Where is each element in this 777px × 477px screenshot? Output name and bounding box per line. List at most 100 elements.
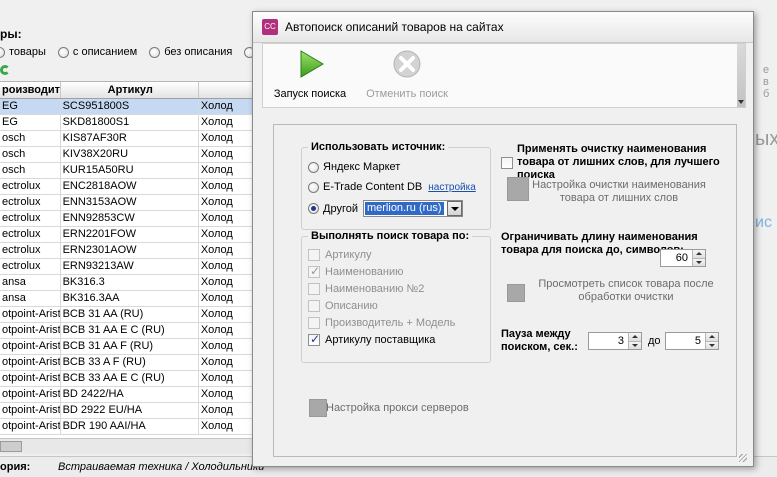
table-row[interactable]: ectrolux ERN2201FOW Холод <box>0 227 254 243</box>
spin-up-icon[interactable] <box>693 250 705 259</box>
cell-article: ENC2818AOW <box>61 179 199 194</box>
table-row[interactable]: ansa BK316.3AA Холод <box>0 291 254 307</box>
checkbox-box <box>308 332 320 346</box>
products-table: роизводите Артикул EG SCS951800S Холод EG SK… <box>0 81 254 438</box>
cell-maker: osch <box>0 131 61 146</box>
pause-to-spinner[interactable]: 5 <box>665 332 719 350</box>
table-row[interactable]: otpoint-Aristo BCB 31 AA F (RU) Холод <box>0 339 254 355</box>
checkbox-box <box>308 283 320 295</box>
table-row[interactable]: otpoint-Aristo BCB 33 A F (RU) Холод <box>0 355 254 371</box>
spin-up-icon[interactable] <box>629 333 641 342</box>
background-text-fragment: ис <box>755 214 772 231</box>
settings-panel: Использовать источник: Яндекс Маркет E-T… <box>273 124 737 457</box>
column-header-article[interactable]: Артикул <box>61 82 199 98</box>
search-by-maker-model-checkbox[interactable]: Производитель + Модель <box>308 317 455 329</box>
cell-maker: ectrolux <box>0 259 61 274</box>
cell-category: Холод <box>199 291 254 306</box>
table-row[interactable]: ectrolux ENC2818AOW Холод <box>0 179 254 195</box>
radio-circle-icon <box>308 203 319 214</box>
table-row[interactable]: otpoint-Aristo BDR 190 AAI/HA Холод <box>0 419 254 435</box>
cancel-search-button[interactable]: Отменить поиск <box>359 46 455 106</box>
cell-article: KIS87AF30R <box>61 131 199 146</box>
proxy-settings-button[interactable] <box>309 399 327 417</box>
column-header-category[interactable] <box>199 82 254 98</box>
cell-category: Холод <box>199 323 254 338</box>
limit-length-value[interactable]: 60 <box>661 250 692 266</box>
cell-article: ENN3153AOW <box>61 195 199 210</box>
pause-label: Пауза между поиском, сек.: <box>501 328 578 353</box>
table-row[interactable]: ectrolux ERN2301AOW Холод <box>0 243 254 259</box>
spin-up-icon[interactable] <box>706 333 718 342</box>
checkbox-box <box>308 249 320 261</box>
cell-category: Холод <box>199 147 254 162</box>
spin-down-icon[interactable] <box>706 341 718 349</box>
table-row[interactable]: otpoint-Aristo BCB 31 AA (RU) Холод <box>0 307 254 323</box>
app-icon: CC <box>262 19 278 35</box>
chevron-down-icon[interactable] <box>446 201 462 216</box>
filter-label: ры: <box>0 27 22 41</box>
filter-radio-group: товары с описанием без описания пр <box>0 44 283 60</box>
toolbar-overflow-button[interactable] <box>737 44 745 107</box>
cell-maker: otpoint-Aristo <box>2 307 61 322</box>
resize-grip[interactable] <box>739 454 747 462</box>
apply-cleanup-checkbox[interactable] <box>501 157 513 169</box>
cell-maker: EG <box>0 99 61 114</box>
table-row[interactable]: EG SCS951800S Холод <box>0 99 254 115</box>
cell-category: Холод <box>199 99 254 114</box>
start-search-button[interactable]: Запуск поиска <box>269 46 351 106</box>
cell-maker: ectrolux <box>0 179 61 194</box>
pause-to-value[interactable]: 5 <box>666 333 705 349</box>
table-row[interactable]: ansa BK316.3 Холод <box>0 275 254 291</box>
source-select[interactable]: merlion.ru (rus) <box>362 200 463 217</box>
dialog-titlebar[interactable]: CC Автопоиск описаний товаров на сайтах <box>253 12 753 43</box>
search-by-description-checkbox[interactable]: Описанию <box>308 300 378 312</box>
table-row[interactable]: otpoint-Aristo BCB 33 AA E C (RU) Холод <box>0 371 254 387</box>
source-select-value: merlion.ru (rus) <box>364 202 444 215</box>
table-row[interactable]: otpoint-Aristo BD 2422/HA Холод <box>0 387 254 403</box>
cell-maker: ectrolux <box>0 211 61 226</box>
radio-circle-icon <box>149 46 161 58</box>
radio-all[interactable]: товары <box>0 46 46 58</box>
preview-cleanup-button[interactable] <box>507 284 525 302</box>
pause-to-label: до <box>648 335 661 347</box>
horizontal-scrollbar[interactable] <box>0 438 254 454</box>
spin-down-icon[interactable] <box>693 258 705 266</box>
table-row[interactable]: ectrolux ENN3153AOW Холод <box>0 195 254 211</box>
search-by-article-checkbox[interactable]: Артикулу <box>308 249 372 261</box>
search-by-supplier-article-checkbox[interactable]: Артикулу поставщика <box>308 332 435 346</box>
column-header-maker[interactable]: роизводите <box>0 82 61 98</box>
search-by-name-checkbox[interactable]: Наименованию <box>308 264 403 278</box>
etrade-settings-link[interactable]: настройка <box>428 182 476 193</box>
table-row[interactable]: otpoint-Aristo BCB 31 AA E C (RU) Холод <box>0 323 254 339</box>
cell-category: Холод <box>199 355 254 370</box>
search-by-name2-checkbox[interactable]: Наименованию №2 <box>308 283 424 295</box>
source-other-radio[interactable]: Другой merlion.ru (rus) <box>308 200 463 217</box>
cell-maker: otpoint-Aristo <box>2 387 61 402</box>
source-yandex-radio[interactable]: Яндекс Маркет <box>308 161 400 173</box>
table-row[interactable]: otpoint-Aristo BD 2922 EU/HA Холод <box>0 403 254 419</box>
cell-article: ERN2201FOW <box>61 227 199 242</box>
radio-with-description[interactable]: с описанием <box>57 46 137 58</box>
cell-maker: ectrolux <box>0 195 61 210</box>
table-row[interactable]: ectrolux ERN93213AW Холод <box>0 259 254 275</box>
cell-category: Холод <box>199 371 254 386</box>
table-row[interactable]: EG SKD81800S1 Холод <box>0 115 254 131</box>
table-header: роизводите Артикул <box>0 82 254 99</box>
table-row[interactable]: osch KIS87AF30R Холод <box>0 131 254 147</box>
spin-down-icon[interactable] <box>629 341 641 349</box>
cleanup-settings-button[interactable] <box>507 177 529 201</box>
table-row[interactable]: osch KUR15A50RU Холод <box>0 163 254 179</box>
source-etrade-radio[interactable]: E-Trade Content DB настройка <box>308 181 476 193</box>
checkbox-box <box>308 317 320 329</box>
table-row[interactable]: ectrolux ENN92853CW Холод <box>0 211 254 227</box>
apply-cleanup-label: Применять очистку наименования товара от… <box>517 143 720 181</box>
table-row[interactable]: osch KIV38X20RU Холод <box>0 147 254 163</box>
scrollbar-thumb[interactable] <box>0 441 22 452</box>
limit-length-spinner[interactable]: 60 <box>660 249 706 267</box>
pause-from-spinner[interactable]: 3 <box>588 332 642 350</box>
refresh-button[interactable] <box>0 63 12 77</box>
cell-maker: ansa <box>0 291 61 306</box>
cell-category: Холод <box>199 339 254 354</box>
radio-without-description[interactable]: без описания <box>149 46 232 58</box>
pause-from-value[interactable]: 3 <box>589 333 628 349</box>
